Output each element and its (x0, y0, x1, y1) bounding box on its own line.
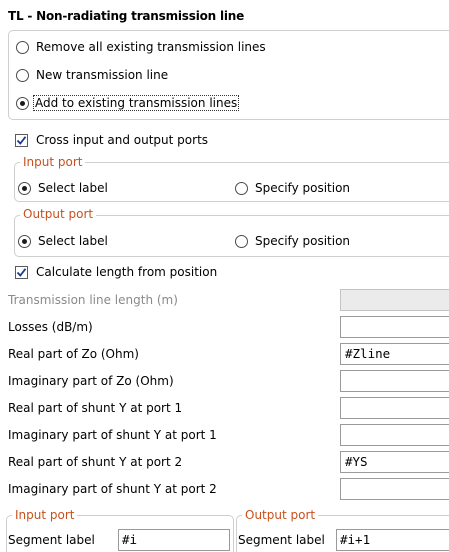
output-port-legend: Output port (20, 207, 97, 221)
segment-input-port-legend: Input port (12, 508, 78, 522)
imag-zo-label: Imaginary part of Zo (Ohm) (8, 374, 174, 388)
segment-input-label: Segment label (8, 533, 95, 547)
real-y-port1-label: Real part of shunt Y at port 1 (8, 401, 183, 415)
radio-label: Specify position (255, 234, 351, 248)
losses-label: Losses (dB/m) (8, 320, 93, 334)
input-specify-position-option[interactable]: Specify position (235, 179, 350, 197)
imag-y-port1-label: Imaginary part of shunt Y at port 1 (8, 428, 217, 442)
cross-ports-label: Cross input and output ports (36, 133, 209, 147)
real-zo-label: Real part of Zo (Ohm) (8, 347, 139, 361)
input-port-legend: Input port (20, 155, 86, 169)
output-specify-position-option[interactable]: Specify position (235, 232, 350, 250)
segment-output-field[interactable]: #i+1 (336, 529, 449, 551)
dialog-title: TL - Non-radiating transmission line (8, 9, 245, 23)
radio-button[interactable] (16, 68, 29, 82)
calc-length-label: Calculate length from position (36, 265, 218, 279)
radio-add-to-existing[interactable]: Add to existing transmission lines (16, 94, 240, 112)
segment-output-port-legend: Output port (242, 508, 319, 522)
real-y-port2-input[interactable]: #YS (340, 451, 449, 473)
radio-label: Select label (38, 234, 108, 248)
calc-length-checkbox-row[interactable]: Calculate length from position (15, 263, 217, 281)
radio-label: Specify position (255, 181, 351, 195)
real-y-port1-input[interactable] (340, 397, 449, 419)
radio-new-line[interactable]: New transmission line (16, 66, 168, 84)
radio-button[interactable] (16, 96, 29, 110)
radio-remove-all-lines[interactable]: Remove all existing transmission lines (16, 38, 266, 56)
radio-button[interactable] (18, 234, 31, 248)
cross-ports-checkbox[interactable] (15, 133, 28, 147)
imag-y-port1-input[interactable] (340, 424, 449, 446)
tl-dialog-panel: TL - Non-radiating transmission line Rem… (0, 0, 449, 552)
radio-button[interactable] (18, 181, 31, 195)
input-select-label-option[interactable]: Select label (18, 179, 108, 197)
output-select-label-option[interactable]: Select label (18, 232, 108, 250)
segment-output-label: Segment label (238, 533, 325, 547)
imag-y-port2-label: Imaginary part of shunt Y at port 2 (8, 482, 217, 496)
imag-y-port2-input[interactable] (340, 478, 449, 500)
cross-ports-checkbox-row[interactable]: Cross input and output ports (15, 131, 208, 149)
real-y-port2-label: Real part of shunt Y at port 2 (8, 455, 183, 469)
radio-label: Select label (38, 181, 108, 195)
real-zo-input[interactable]: #Zline (340, 343, 449, 365)
tl-length-label: Transmission line length (m) (8, 293, 178, 307)
radio-button[interactable] (235, 181, 248, 195)
radio-label: Add to existing transmission lines (32, 95, 240, 111)
radio-button[interactable] (235, 234, 248, 248)
radio-button[interactable] (16, 40, 29, 54)
radio-label: Remove all existing transmission lines (36, 40, 266, 54)
calc-length-checkbox[interactable] (15, 265, 28, 279)
tl-length-input[interactable] (340, 289, 449, 311)
segment-input-field[interactable]: #i (118, 529, 230, 551)
checkmark-icon (16, 135, 27, 145)
losses-input[interactable] (340, 316, 449, 338)
radio-label: New transmission line (36, 68, 169, 82)
checkmark-icon (16, 267, 27, 277)
imag-zo-input[interactable] (340, 370, 449, 392)
